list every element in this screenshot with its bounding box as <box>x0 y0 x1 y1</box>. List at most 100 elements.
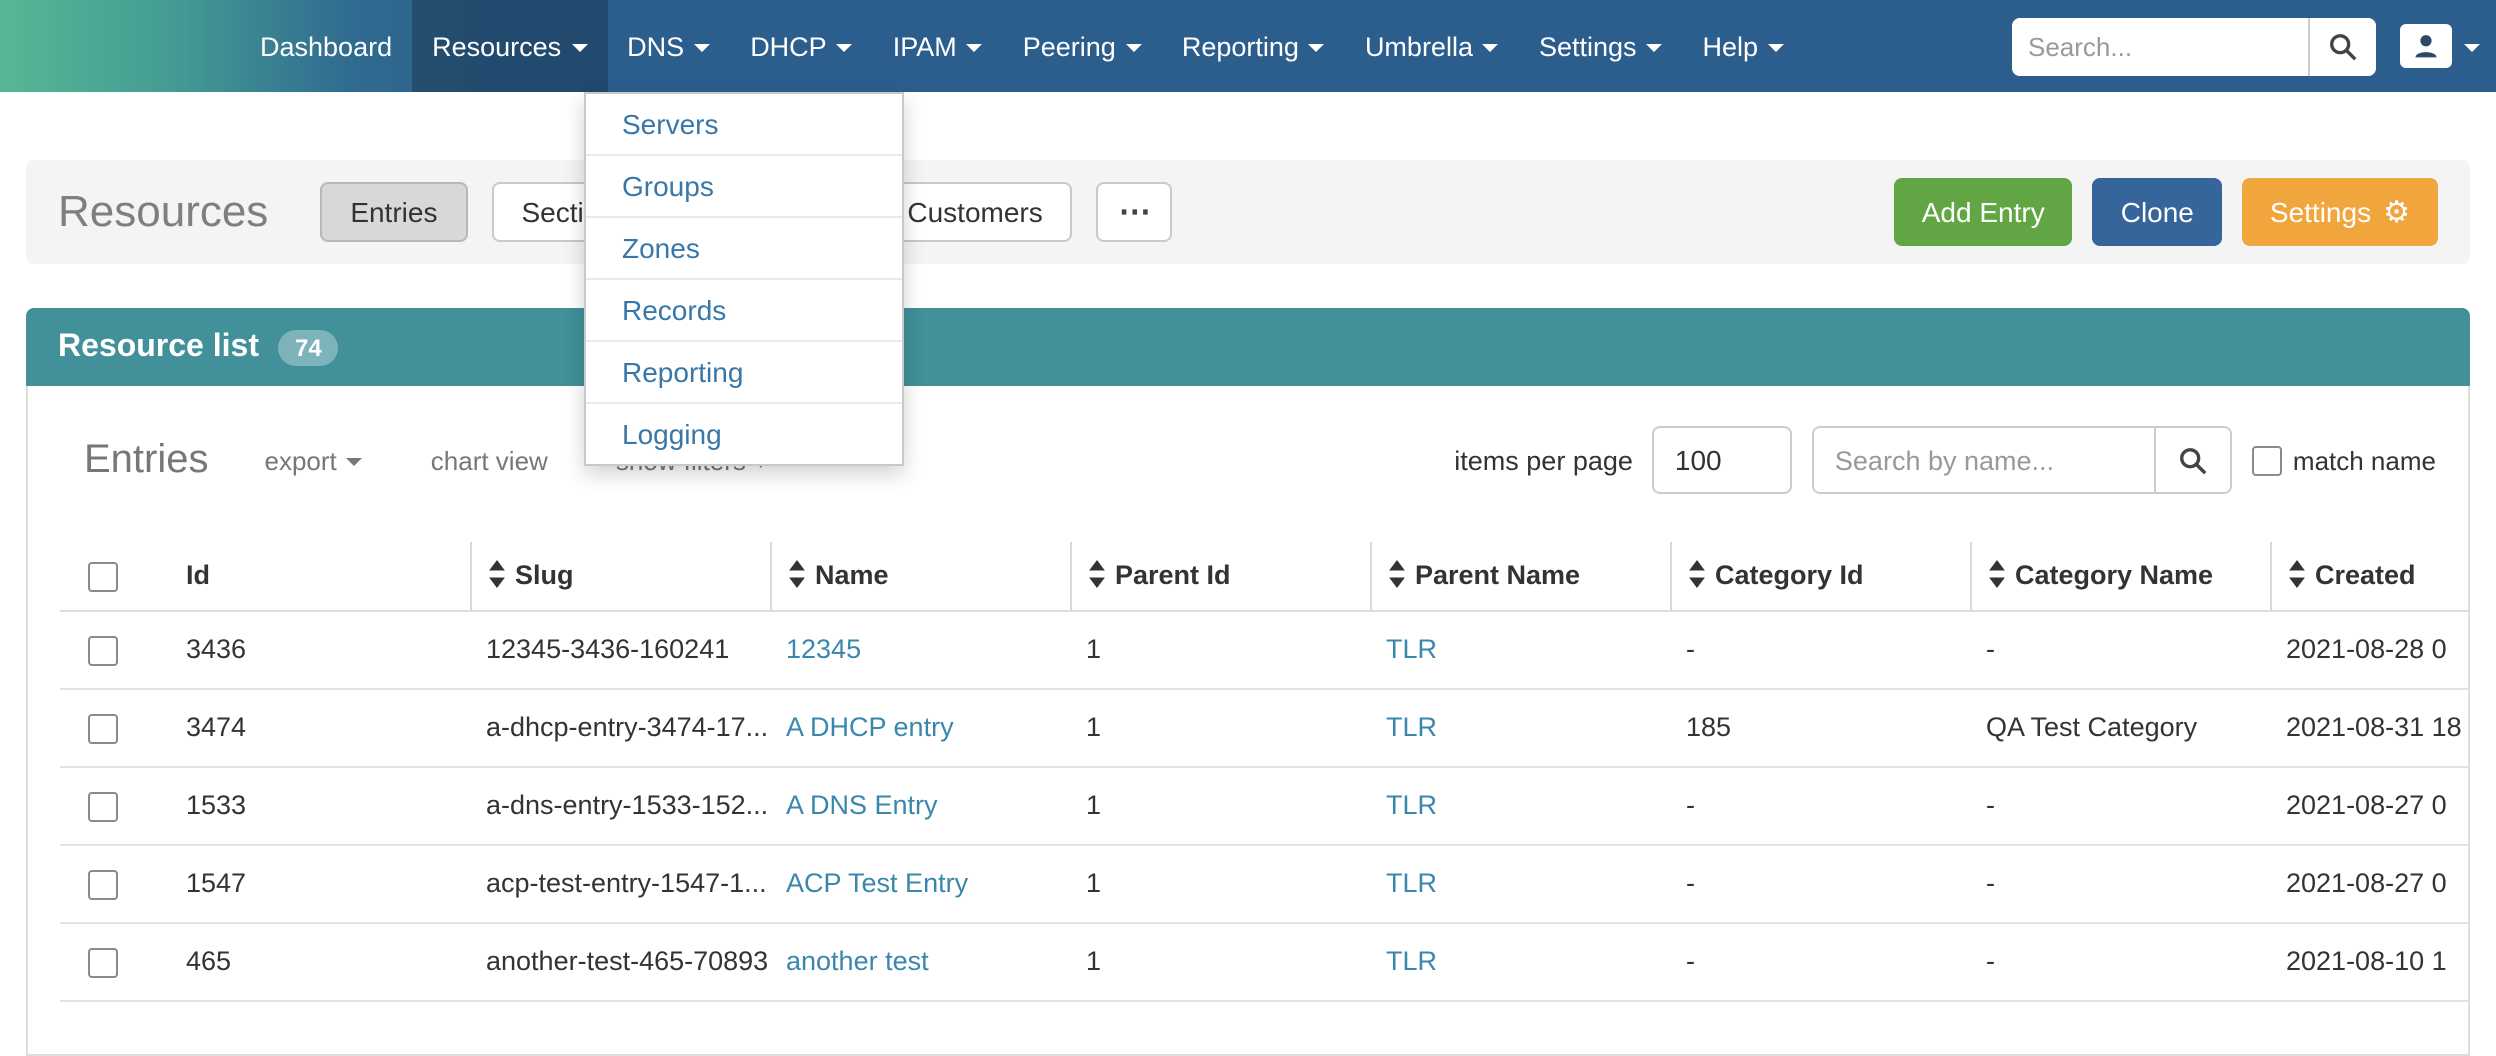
row-checkbox-cell <box>60 689 170 767</box>
app-root: Dashboard Resources DNS DHCP IPAM Peerin… <box>0 0 2496 1056</box>
column-header-category-name[interactable]: Category Name <box>1970 542 2270 611</box>
cell-category_name: - <box>1970 845 2270 923</box>
nav-umbrella[interactable]: Umbrella <box>1345 0 1519 92</box>
match-name-checkbox[interactable] <box>2253 445 2283 475</box>
menu-item-groups[interactable]: Groups <box>586 156 902 218</box>
more-tabs-button[interactable]: ⋯ <box>1097 182 1173 242</box>
cell-parent_name: TLR <box>1370 611 1670 689</box>
cell-parent_name: TLR <box>1370 845 1670 923</box>
chevron-down-icon <box>2464 44 2480 52</box>
panel-toolbar: Entries export chart view show filters +… <box>60 426 2436 494</box>
cell-category_name: QA Test Category <box>1970 689 2270 767</box>
sort-icon <box>1687 561 1705 589</box>
cell-name: ACP Test Entry <box>770 845 1070 923</box>
table-row: 1547acp-test-entry-1547-1...ACP Test Ent… <box>60 845 2470 923</box>
tab-entries[interactable]: Entries <box>320 182 467 242</box>
nav-resources[interactable]: Resources <box>412 0 607 92</box>
items-per-page-label: items per page <box>1454 445 1633 475</box>
export-dropdown[interactable]: export <box>265 445 363 475</box>
nav-dns[interactable]: DNS <box>607 0 730 92</box>
row-checkbox[interactable] <box>88 636 118 666</box>
nav-help[interactable]: Help <box>1683 0 1805 92</box>
nav-label: Dashboard <box>260 31 392 61</box>
cell-parent_id: 1 <box>1070 922 1370 1000</box>
top-navbar: Dashboard Resources DNS DHCP IPAM Peerin… <box>0 0 2496 92</box>
user-menu[interactable] <box>2400 24 2480 68</box>
nav-ipam[interactable]: IPAM <box>873 0 1003 92</box>
column-header-slug[interactable]: Slug <box>470 542 770 611</box>
items-per-page-input[interactable] <box>1653 426 1793 494</box>
column-header-parent-name[interactable]: Parent Name <box>1370 542 1670 611</box>
nav-dhcp[interactable]: DHCP <box>730 0 873 92</box>
column-header-created[interactable]: Created <box>2270 542 2470 611</box>
sort-icon <box>2287 561 2305 589</box>
row-checkbox[interactable] <box>88 792 118 822</box>
cell-category_id: - <box>1670 845 1970 923</box>
nav-label: Help <box>1703 31 1759 61</box>
cell-category_id: 185 <box>1670 689 1970 767</box>
row-checkbox[interactable] <box>88 714 118 744</box>
chevron-down-icon <box>1483 44 1499 52</box>
menu-item-reporting[interactable]: Reporting <box>586 342 902 404</box>
menu-item-records[interactable]: Records <box>586 280 902 342</box>
cell-created: 2021-08-31 18 <box>2270 689 2470 767</box>
clone-button[interactable]: Clone <box>2093 178 2222 246</box>
global-search-button[interactable] <box>2308 17 2376 75</box>
nav-settings[interactable]: Settings <box>1519 0 1683 92</box>
name-search-input[interactable] <box>1815 428 2155 492</box>
header-actions: Add Entry Clone Settings ⚙ <box>1894 178 2438 246</box>
row-checkbox-cell <box>60 922 170 1000</box>
name-search-button[interactable] <box>2155 428 2231 492</box>
entries-table: Id Slug Name Parent Id Parent Name Categ… <box>60 542 2470 1001</box>
entry-name-link[interactable]: ACP Test Entry <box>786 868 968 898</box>
select-all-checkbox[interactable] <box>88 562 118 592</box>
menu-item-zones[interactable]: Zones <box>586 218 902 280</box>
tab-customers[interactable]: Customers <box>877 182 1072 242</box>
chart-view-link[interactable]: chart view <box>431 445 548 475</box>
entry-name-link[interactable]: 12345 <box>786 635 861 665</box>
nav-dashboard[interactable]: Dashboard <box>240 0 412 92</box>
parent-name-link[interactable]: TLR <box>1386 946 1437 976</box>
global-search-input[interactable] <box>2012 17 2308 75</box>
column-header-category-id[interactable]: Category Id <box>1670 542 1970 611</box>
parent-name-link[interactable]: TLR <box>1386 791 1437 821</box>
row-checkbox[interactable] <box>88 869 118 899</box>
cell-parent_id: 1 <box>1070 845 1370 923</box>
match-name-option: match name <box>2253 445 2436 475</box>
menu-item-logging[interactable]: Logging <box>586 404 902 464</box>
name-search <box>1813 426 2233 494</box>
nav-reporting[interactable]: Reporting <box>1162 0 1345 92</box>
parent-name-link[interactable]: TLR <box>1386 868 1437 898</box>
column-header-id[interactable]: Id <box>170 542 470 611</box>
add-entry-button[interactable]: Add Entry <box>1894 178 2073 246</box>
settings-button[interactable]: Settings ⚙ <box>2242 178 2438 246</box>
nav-peering[interactable]: Peering <box>1003 0 1162 92</box>
row-checkbox-cell <box>60 767 170 845</box>
table-header-row: Id Slug Name Parent Id Parent Name Categ… <box>60 542 2470 611</box>
column-header-name[interactable]: Name <box>770 542 1070 611</box>
toolbar-right: items per page match name <box>1454 426 2436 494</box>
nav-label: IPAM <box>893 31 957 61</box>
sort-icon <box>1387 561 1405 589</box>
parent-name-link[interactable]: TLR <box>1386 713 1437 743</box>
page-header: Resources Entries Sections Contacts Cust… <box>26 160 2470 264</box>
table-row: 343612345-3436-160241123451TLR--2021-08-… <box>60 611 2470 689</box>
menu-item-servers[interactable]: Servers <box>586 94 902 156</box>
row-checkbox[interactable] <box>88 947 118 977</box>
entry-name-link[interactable]: A DHCP entry <box>786 713 954 743</box>
navbar-right <box>2012 0 2480 92</box>
cell-slug: acp-test-entry-1547-1... <box>470 845 770 923</box>
column-header-parent-id[interactable]: Parent Id <box>1070 542 1370 611</box>
cell-slug: a-dns-entry-1533-152... <box>470 767 770 845</box>
cell-created: 2021-08-27 0 <box>2270 767 2470 845</box>
gear-icon: ⚙ <box>2383 197 2410 227</box>
select-all-cell <box>60 542 170 611</box>
search-icon <box>2179 445 2209 475</box>
entry-name-link[interactable]: A DNS Entry <box>786 791 938 821</box>
nav-label: Reporting <box>1182 31 1299 61</box>
parent-name-link[interactable]: TLR <box>1386 635 1437 665</box>
chevron-down-icon <box>967 44 983 52</box>
cell-name: A DNS Entry <box>770 767 1070 845</box>
sort-icon <box>1087 561 1105 589</box>
entry-name-link[interactable]: another test <box>786 946 929 976</box>
